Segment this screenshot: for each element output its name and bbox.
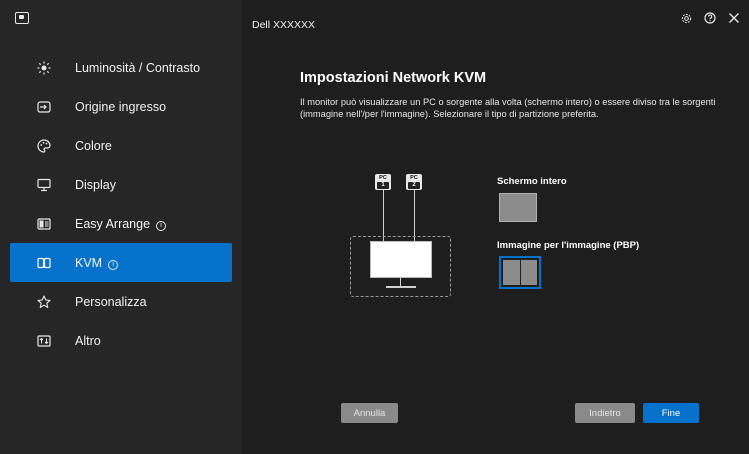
pbp-right-pane [520,260,537,285]
color-palette-icon [34,136,54,156]
monitor-screen [370,241,432,278]
pc-1-tag: PC 1 [375,174,391,190]
sidebar-item-label: Personalizza [75,294,147,309]
sidebar-item-label: Origine ingresso [75,99,167,114]
back-button[interactable]: Indietro [575,403,635,423]
brightness-icon [34,58,54,78]
sidebar-item-kvm-label: KVM i [75,255,119,270]
pc-tag-number: 1 [377,182,389,189]
sidebar-item-color[interactable]: Colore [0,126,242,165]
sidebar-item-other[interactable]: Altro [0,321,242,360]
input-source-icon [34,97,54,117]
page-description: Il monitor può visualizzare un PC o sorg… [300,97,716,119]
pc-tag-label: PC [410,175,418,181]
kvm-connection-diagram: PC 1 PC 2 [350,170,452,300]
monitor-base [386,286,416,288]
settings-gear-icon[interactable] [679,11,693,25]
sidebar-item-input-source[interactable]: Origine ingresso [0,87,242,126]
sidebar-item-label: Altro [75,333,101,348]
app-window: Luminosità / Contrasto Origine ingresso … [0,0,749,454]
main-panel: Dell XXXXXX Impostazioni Network KVM Il … [242,0,749,454]
sidebar-item-personalize[interactable]: Personalizza [0,282,242,321]
cable-line [383,190,384,241]
pbp-left-pane [503,260,520,285]
other-icon [34,331,54,351]
pc-2-tag: PC 2 [406,174,422,190]
sidebar-item-easy-arrange[interactable]: Easy Arrange i [0,204,242,243]
cable-line [414,190,415,241]
easy-arrange-icon [34,214,54,234]
display-icon [34,175,54,195]
window-controls [679,11,741,25]
full-screen-option[interactable] [499,193,537,222]
sidebar-item-kvm[interactable]: KVM i [10,243,232,282]
page-title: Impostazioni Network KVM [300,70,487,86]
sidebar-item-label: Colore [75,138,112,153]
monitor-stand [400,278,401,286]
sidebar-item-label: Easy Arrange [75,216,151,231]
sidebar-item-label: KVM [75,255,103,270]
close-icon[interactable] [727,11,741,25]
kvm-icon [34,253,54,273]
sidebar-item-label: Luminosità / Contrasto [75,60,201,75]
info-icon[interactable]: i [108,259,119,270]
help-icon[interactable] [703,11,717,25]
sidebar-item-easy-arrange-label: Easy Arrange i [75,216,167,231]
star-icon [34,292,54,312]
sidebar-item-label: Display [75,177,116,192]
pbp-label: Immagine per l'immagine (PBP) [497,240,640,251]
app-logo-icon [15,12,29,24]
sidebar-item-display[interactable]: Display [0,165,242,204]
finish-button[interactable]: Fine [643,403,699,423]
sidebar: Luminosità / Contrasto Origine ingresso … [0,0,242,454]
pc-tag-number: 2 [408,182,420,189]
sidebar-nav: Luminosità / Contrasto Origine ingresso … [0,48,242,360]
pc-tag-label: PC [379,175,387,181]
cancel-button[interactable]: Annulla [341,403,398,423]
full-screen-label: Schermo intero [497,176,567,187]
pbp-option[interactable] [499,256,541,289]
sidebar-item-brightness-contrast[interactable]: Luminosità / Contrasto [0,48,242,87]
window-title: Dell XXXXXX [252,19,316,31]
info-icon[interactable]: i [156,220,167,231]
